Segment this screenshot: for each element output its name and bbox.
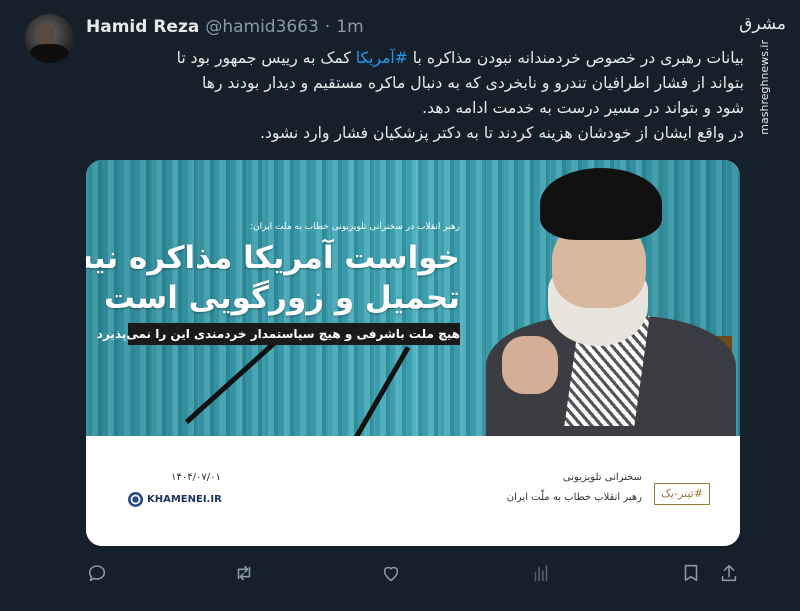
watermark-url: mashreghnews.ir — [758, 40, 771, 135]
author-handle[interactable]: @hamid3663 — [205, 17, 319, 37]
seal-icon — [128, 491, 143, 507]
tweet[interactable]: Hamid Reza @hamid3663 · 1m مشرق mashregh… — [0, 0, 800, 611]
card-caption: رهبر انقلاب در سخنرانی تلویزیونی خطاب به… — [250, 222, 460, 232]
retweet-icon[interactable] — [233, 562, 255, 584]
tweet-line-3: شود و بتواند در مسیر درست به خدمت ادامه … — [422, 99, 744, 117]
watermark-logo: مشرق — [739, 14, 786, 34]
speaker-figure — [466, 166, 736, 442]
tweet-time[interactable]: 1m — [336, 17, 363, 37]
tweet-line-1: بیانات رهبری در خصوص خردمندانه نبودن مذا… — [176, 49, 744, 67]
mashregh-watermark: مشرق mashreghnews.ir — [739, 12, 786, 135]
tweet-text: بیانات رهبری در خصوص خردمندانه نبودن مذا… — [86, 46, 744, 146]
card-headline-2: تحمیل و زورگویی است — [103, 280, 460, 316]
tweet-line-4: در واقع ایشان از خودشان هزینه کردند تا ب… — [259, 124, 744, 142]
bookmark-icon[interactable] — [680, 562, 702, 584]
avatar[interactable] — [25, 14, 74, 63]
card-footer-line-1: سخنرانی تلویزیونی — [562, 472, 642, 483]
card-headline-1: خواست آمریکا مذاکره نیست — [86, 240, 460, 276]
hashtag-link[interactable]: #آمریکا — [356, 49, 408, 67]
card-footer-line-2: رهبر انقلاب خطاب به ملّت ایران — [506, 492, 642, 503]
header-separator: · — [324, 17, 331, 37]
like-icon[interactable] — [380, 562, 402, 584]
card-date: ۱۴۰۴/۰۷/۰۱ — [171, 472, 221, 483]
share-icon[interactable] — [718, 562, 740, 584]
tweet-actions — [86, 562, 742, 590]
tweet-header: Hamid Reza @hamid3663 · 1m — [86, 16, 364, 38]
khamenei-logo: KHAMENEI.IR — [128, 490, 222, 508]
logo-text: KHAMENEI.IR — [147, 493, 222, 505]
author-name[interactable]: Hamid Reza — [86, 17, 199, 37]
reply-icon[interactable] — [86, 562, 108, 584]
media-card[interactable]: رهبر انقلاب در سخنرانی تلویزیونی خطاب به… — [86, 160, 740, 546]
tweet-line-2: بتواند از فشار اطرافیان تندرو و نابخردی … — [202, 74, 744, 92]
views-icon[interactable] — [530, 562, 552, 584]
card-subheadline: هیچ ملت باشرفی و هیچ سیاستمدار خردمندی ا… — [97, 323, 460, 345]
card-tag: #تیتر-یک — [654, 483, 710, 505]
